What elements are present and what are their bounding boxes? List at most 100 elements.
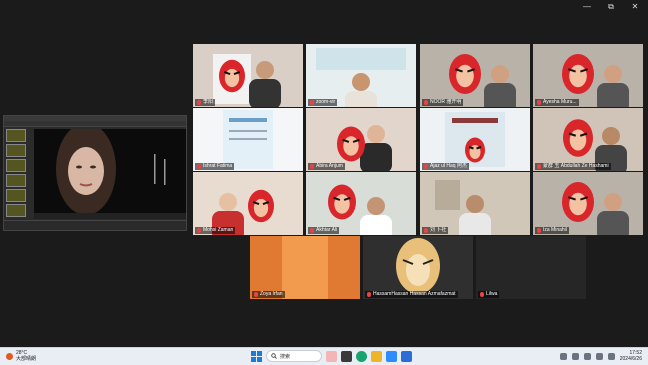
participant-video	[420, 44, 530, 107]
maximize-button[interactable]: ⧉	[606, 2, 616, 12]
participant-video	[193, 172, 303, 235]
file-explorer-icon[interactable]	[371, 350, 382, 362]
participant-name-label: Lilwa	[478, 291, 500, 298]
participant-name-label: 李阳	[195, 99, 216, 106]
task-view-icon[interactable]	[341, 350, 352, 362]
participant-name: 刘 卜社	[430, 227, 447, 233]
mic-muted-icon	[310, 228, 314, 233]
mic-muted-icon	[537, 164, 541, 169]
participant-name-label: Iza Minahil	[535, 227, 569, 234]
mic-muted-icon	[310, 100, 314, 105]
participant-tile[interactable]: Ishrat Fatima	[193, 108, 303, 171]
participant-tile[interactable]: 刘 卜社	[420, 172, 530, 235]
mic-muted-icon	[424, 228, 428, 233]
mic-muted-icon	[254, 292, 258, 297]
mic-muted-icon	[197, 228, 201, 233]
mic-muted-icon	[424, 164, 428, 169]
slide-thumbnail[interactable]	[6, 144, 26, 157]
mic-muted-icon	[310, 164, 314, 169]
participant-tile[interactable]: 蒙群 玉 Abdullah Ze Hashami	[533, 108, 643, 171]
tray-app-icon[interactable]	[571, 352, 579, 360]
participant-tile[interactable]: Ayesha Muru...	[533, 44, 643, 107]
mic-muted-icon	[537, 100, 541, 105]
participant-name-label: zoom-vir	[308, 99, 338, 106]
slide-thumbnail[interactable]	[6, 189, 26, 202]
slide-thumbnail[interactable]	[6, 159, 26, 172]
participant-name: Iza Minahil	[543, 227, 567, 233]
close-button[interactable]: ✕	[630, 2, 640, 12]
participant-video	[533, 108, 643, 171]
participant-tile[interactable]: Abira Anjum	[306, 108, 416, 171]
participant-name: 李阳	[203, 99, 214, 105]
mic-muted-icon	[424, 100, 428, 105]
participant-tile[interactable]: 李阳	[193, 44, 303, 107]
chevron-up-icon[interactable]	[559, 352, 567, 360]
shared-screen-preview[interactable]	[3, 115, 187, 231]
participant-video	[533, 44, 643, 107]
shared-toolbar	[4, 121, 186, 127]
participant-tile[interactable]: Mohsi Zaman	[193, 172, 303, 235]
participant-name: NOOR 雅开明	[430, 99, 462, 105]
window-controls: — ⧉ ✕	[582, 2, 640, 12]
desktop: — ⧉ ✕ 李阳 zoom-vir NOOR 雅开明 Ayesha Muru..…	[0, 0, 648, 365]
system-tray: 17:52 2024/6/26	[559, 350, 642, 362]
participant-video	[363, 236, 473, 299]
clock[interactable]: 17:52 2024/6/26	[620, 350, 642, 362]
participant-tile[interactable]: HassamHassan Hassan Azmafazmat	[363, 236, 473, 299]
mic-muted-icon	[480, 292, 484, 297]
zoom-app-icon[interactable]	[386, 350, 397, 362]
participant-video	[250, 236, 360, 299]
participant-tile[interactable]: zoom-vir	[306, 44, 416, 107]
minimize-button[interactable]: —	[582, 2, 592, 12]
participant-video	[306, 108, 416, 171]
slide-thumbnail[interactable]	[6, 204, 26, 217]
windows-start-icon[interactable]	[251, 350, 262, 362]
participant-name-label: Abira Anjum	[308, 163, 345, 170]
slide-thumbnails	[6, 129, 28, 219]
participant-tile[interactable]: Ajaz ul Haq 阿杰	[420, 108, 530, 171]
woman-portrait-image	[34, 129, 186, 219]
participant-video	[420, 172, 530, 235]
participant-name: Lilwa	[486, 291, 498, 297]
participant-tile[interactable]: Iza Minahil	[533, 172, 643, 235]
taskbar-search[interactable]: 搜索	[266, 350, 322, 362]
search-icon	[271, 353, 277, 359]
participant-name: 蒙群 玉 Abdullah Ze Hashami	[543, 163, 609, 169]
word-app-icon[interactable]	[401, 350, 412, 362]
participant-name-label: 刘 卜社	[422, 227, 449, 234]
participant-name-label: Mohsi Zaman	[195, 227, 236, 234]
search-placeholder: 搜索	[280, 353, 291, 360]
slide-thumbnail[interactable]	[6, 174, 26, 187]
shared-status-bar	[4, 220, 186, 230]
participant-name-label: Akhtar Ali	[308, 227, 340, 234]
participant-tile[interactable]: Akhtar Ali	[306, 172, 416, 235]
participant-tile[interactable]: Zoya Irfan	[250, 236, 360, 299]
participant-name: Ajaz ul Haq 阿杰	[430, 163, 467, 169]
weather-widget[interactable]: 28°C 大部晴朗	[6, 350, 36, 362]
participant-tile[interactable]: NOOR 雅开明	[420, 44, 530, 107]
participant-name-label: Zoya Irfan	[252, 291, 285, 298]
participant-name-label: Ayesha Muru...	[535, 99, 579, 106]
participant-video	[476, 236, 586, 299]
participant-name: Mohsi Zaman	[203, 227, 234, 233]
widgets-icon[interactable]	[326, 350, 337, 362]
participant-video	[533, 172, 643, 235]
clock-date: 2024/6/26	[619, 356, 642, 362]
participant-name: Akhtar Ali	[316, 227, 338, 233]
slide-thumbnail[interactable]	[6, 129, 26, 142]
battery-icon[interactable]	[607, 352, 615, 360]
volume-icon[interactable]	[595, 352, 603, 360]
wifi-icon[interactable]	[583, 352, 591, 360]
participant-video	[420, 108, 530, 171]
participant-name-label: NOOR 雅开明	[422, 99, 464, 106]
mic-muted-icon	[537, 228, 541, 233]
participant-name: zoom-vir	[316, 99, 336, 105]
participant-video	[193, 108, 303, 171]
participant-name-label: Ishrat Fatima	[195, 163, 235, 170]
participant-name: Zoya Irfan	[260, 291, 283, 297]
mic-muted-icon	[197, 164, 201, 169]
participant-tile[interactable]: Lilwa	[476, 236, 586, 299]
shared-video-frame	[34, 129, 186, 219]
mic-muted-icon	[367, 292, 371, 297]
edge-browser-icon[interactable]	[356, 350, 367, 362]
